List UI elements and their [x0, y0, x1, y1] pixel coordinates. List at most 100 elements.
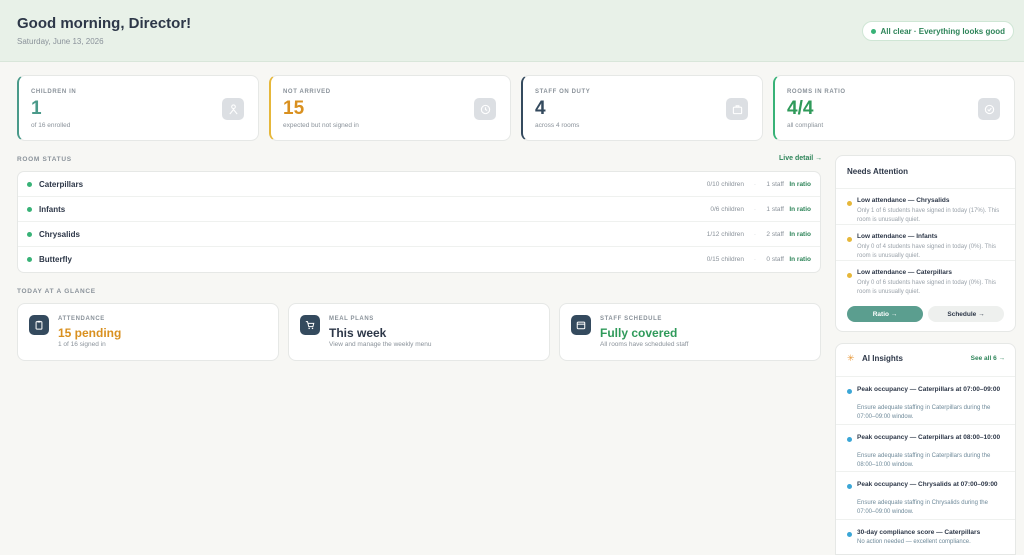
room-children: 0/15 children	[706, 256, 744, 263]
glance-label: STAFF SCHEDULE	[600, 316, 662, 322]
room-name: Caterpillars	[39, 180, 84, 189]
room-staff: 1 staff	[766, 181, 784, 188]
clock-icon	[474, 98, 496, 120]
glance-value: This week	[329, 326, 387, 340]
glance-label: ATTENDANCE	[58, 316, 105, 322]
insight-desc: No action needed — excellent compliance.	[857, 539, 971, 545]
separator: ·	[753, 256, 756, 263]
child-icon	[222, 98, 244, 120]
calendar-icon	[571, 315, 591, 335]
room-name: Chrysalids	[39, 230, 80, 239]
sparkle-icon: ✳	[847, 353, 855, 363]
separator: ·	[753, 181, 756, 188]
room-staff: 0 staff	[766, 256, 784, 263]
insight-dot	[847, 484, 852, 489]
clipboard-icon	[29, 315, 49, 335]
insight-dot	[847, 389, 852, 394]
status-text: All clear · Everything looks good	[880, 26, 1005, 36]
header-bar: Good morning, Director! Saturday, June 1…	[0, 0, 1024, 62]
stat-label: ROOMS IN RATIO	[787, 89, 846, 95]
room-ratio-status: In ratio	[789, 181, 811, 188]
panel-title: Needs Attention	[847, 167, 909, 176]
stat-sub: expected but not signed in	[283, 122, 359, 129]
room-children: 0/10 children	[706, 181, 744, 188]
glance-card-meal-plans[interactable]: MEAL PLANS This week View and manage the…	[288, 303, 550, 361]
room-row-butterfly[interactable]: Butterfly 0/15 children · 0 staff In rat…	[18, 247, 820, 272]
stat-sub: all compliant	[787, 122, 824, 129]
insight-item[interactable]: Peak occupancy — Chrysalids at 07:00–09:…	[836, 471, 1015, 519]
room-status-dot	[27, 257, 32, 262]
room-ratio-status: In ratio	[789, 256, 811, 263]
schedule-button[interactable]: Schedule →	[928, 306, 1004, 322]
greeting-title: Good morning, Director!	[17, 15, 192, 32]
insight-title: Peak occupancy — Caterpillars at 08:00–1…	[857, 434, 1001, 441]
stat-value: 15	[283, 98, 305, 119]
stat-card-staff-on-duty[interactable]: STAFF ON DUTY 4 across 4 rooms	[521, 75, 763, 141]
glance-sub: 1 of 16 signed in	[58, 341, 106, 348]
attention-desc: Only 0 of 4 students have signed in toda…	[857, 244, 996, 259]
live-detail-link[interactable]: Live detail →	[779, 155, 822, 162]
stat-card-not-arrived[interactable]: NOT ARRIVED 15 expected but not signed i…	[269, 75, 511, 141]
stat-label: NOT ARRIVED	[283, 89, 331, 95]
attention-item[interactable]: Low attendance — Caterpillars Only 0 of …	[836, 260, 1015, 296]
attention-item[interactable]: Low attendance — Infants Only 0 of 4 stu…	[836, 224, 1015, 260]
insight-item[interactable]: Peak occupancy — Caterpillars at 07:00–0…	[836, 376, 1015, 424]
attention-item[interactable]: Low attendance — Chrysalids Only 1 of 6 …	[836, 188, 1015, 224]
room-ratio-status: In ratio	[789, 206, 811, 213]
room-status-label: ROOM STATUS	[17, 156, 72, 163]
attention-title: Low attendance — Caterpillars	[857, 269, 952, 276]
stat-value: 4/4	[787, 98, 814, 119]
stat-sub: of 16 enrolled	[31, 122, 71, 129]
warning-dot	[847, 237, 852, 242]
cart-icon	[300, 315, 320, 335]
insight-dot	[847, 532, 852, 537]
stat-sub: across 4 rooms	[535, 122, 580, 129]
stat-label: CHILDREN IN	[31, 89, 77, 95]
current-date: Saturday, June 13, 2026	[17, 37, 104, 46]
glance-card-attendance[interactable]: ATTENDANCE 15 pending 1 of 16 signed in	[17, 303, 279, 361]
insight-desc: Ensure adequate staffing in Caterpillars…	[857, 453, 991, 468]
warning-dot	[847, 273, 852, 278]
panel-title: AI Insights	[862, 354, 903, 363]
room-status-list: Caterpillars 0/10 children · 1 staff In …	[17, 171, 821, 273]
ratio-button[interactable]: Ratio →	[847, 306, 923, 322]
attention-title: Low attendance — Infants	[857, 233, 938, 240]
room-staff: 1 staff	[766, 206, 784, 213]
room-name: Butterfly	[39, 255, 72, 264]
room-children: 0/6 children	[710, 206, 744, 213]
insight-item[interactable]: 30-day compliance score — Caterpillars N…	[836, 519, 1015, 554]
glance-value: Fully covered	[600, 326, 678, 340]
room-children: 1/12 children	[706, 231, 744, 238]
check-circle-icon	[978, 98, 1000, 120]
stat-card-rooms-in-ratio[interactable]: ROOMS IN RATIO 4/4 all compliant	[773, 75, 1015, 141]
room-staff: 2 staff	[766, 231, 784, 238]
needs-attention-panel: Needs Attention Low attendance — Chrysal…	[835, 155, 1016, 332]
room-status-dot	[27, 182, 32, 187]
insight-dot	[847, 437, 852, 442]
glance-label: MEAL PLANS	[329, 316, 374, 322]
glance-card-staff-schedule[interactable]: STAFF SCHEDULE Fully covered All rooms h…	[559, 303, 821, 361]
stat-card-children-in[interactable]: CHILDREN IN 1 of 16 enrolled	[17, 75, 259, 141]
room-row-chrysalids[interactable]: Chrysalids 1/12 children · 2 staff In ra…	[18, 222, 820, 247]
room-name: Infants	[39, 205, 66, 214]
insight-desc: Ensure adequate staffing in Chrysalids d…	[857, 500, 988, 515]
status-badge: All clear · Everything looks good	[861, 21, 1014, 41]
stat-label: STAFF ON DUTY	[535, 89, 591, 95]
see-all-link[interactable]: See all 6 →	[971, 355, 1005, 362]
briefcase-icon	[726, 98, 748, 120]
attention-title: Low attendance — Chrysalids	[857, 197, 950, 204]
glance-value: 15 pending	[58, 326, 122, 340]
insight-desc: Ensure adequate staffing in Caterpillars…	[857, 405, 991, 420]
attention-desc: Only 0 of 6 students have signed in toda…	[857, 280, 996, 295]
room-ratio-status: In ratio	[789, 231, 811, 238]
room-row-infants[interactable]: Infants 0/6 children · 1 staff In ratio	[18, 197, 820, 222]
room-row-caterpillars[interactable]: Caterpillars 0/10 children · 1 staff In …	[18, 172, 820, 197]
glance-sub: All rooms have scheduled staff	[600, 341, 689, 348]
warning-dot	[847, 201, 852, 206]
status-dot	[870, 28, 876, 34]
insight-item[interactable]: Peak occupancy — Caterpillars at 08:00–1…	[836, 424, 1015, 471]
insight-title: Peak occupancy — Chrysalids at 07:00–09:…	[857, 481, 998, 488]
insight-title: Peak occupancy — Caterpillars at 07:00–0…	[857, 386, 1001, 393]
glance-label: TODAY AT A GLANCE	[17, 288, 96, 295]
ai-insights-panel: ✳ AI Insights See all 6 → Peak occupancy…	[835, 343, 1016, 555]
